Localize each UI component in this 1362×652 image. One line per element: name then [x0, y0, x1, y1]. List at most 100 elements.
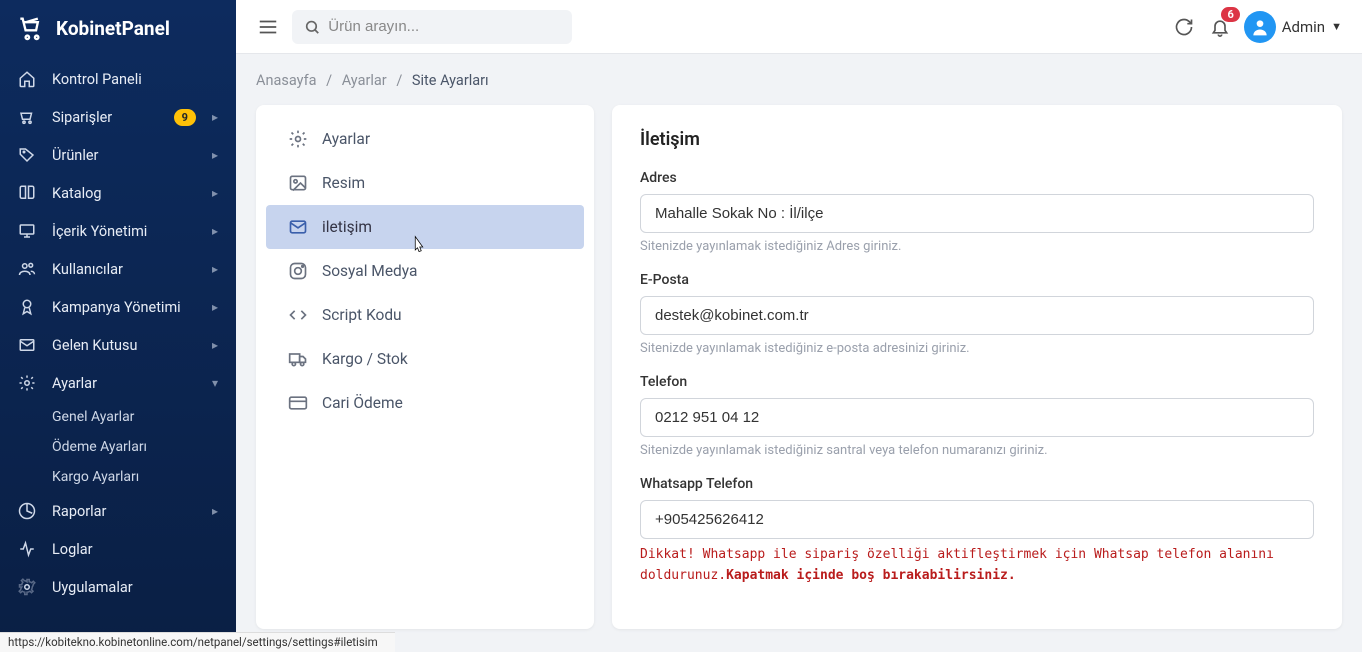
activity-icon — [18, 540, 36, 558]
truck-icon — [288, 349, 308, 369]
chevron-right-icon: ▸ — [212, 300, 218, 314]
image-icon — [288, 173, 308, 193]
tab-ayarlar[interactable]: Ayarlar — [266, 117, 584, 161]
nav-label: Ürünler — [52, 147, 196, 164]
crumb-home[interactable]: Anasayfa — [256, 72, 317, 89]
nav-kullanicilar[interactable]: Kullanıcılar ▸ — [0, 250, 236, 288]
breadcrumb: Anasayfa / Ayarlar / Site Ayarları — [236, 54, 1362, 105]
tab-label: Ayarlar — [322, 130, 370, 148]
user-name: Admin — [1282, 18, 1325, 36]
hamburger-icon — [257, 16, 279, 38]
tab-label: Script Kodu — [322, 306, 402, 324]
input-telefon[interactable] — [640, 398, 1314, 437]
mail-icon — [288, 217, 308, 237]
chevron-right-icon: ▸ — [212, 110, 218, 124]
settings-submenu: Ayarlar Resim iletişim Sosyal Medya Scri… — [256, 105, 594, 629]
nav-label: İçerik Yönetimi — [52, 223, 196, 240]
nav-label: Katalog — [52, 185, 196, 202]
nav-label: Gelen Kutusu — [52, 337, 196, 354]
tab-sosyal-medya[interactable]: Sosyal Medya — [266, 249, 584, 293]
field-telefon: Telefon Sitenizde yayınlamak istediğiniz… — [640, 374, 1314, 458]
orders-badge: 9 — [174, 109, 196, 126]
nav-label: Kontrol Paneli — [52, 71, 218, 88]
contact-form: İletişim Adres Sitenizde yayınlamak iste… — [612, 105, 1342, 629]
credit-card-icon — [288, 393, 308, 413]
cart-logo-icon — [18, 14, 46, 42]
label-eposta: E-Posta — [640, 272, 1314, 288]
chevron-right-icon: ▸ — [212, 338, 218, 352]
search-icon — [304, 18, 320, 36]
refresh-button[interactable] — [1172, 15, 1196, 39]
crumb-sep: / — [326, 72, 332, 89]
nav-urunler[interactable]: Ürünler ▸ — [0, 136, 236, 174]
input-adres[interactable] — [640, 194, 1314, 233]
code-icon — [288, 305, 308, 325]
help-adres: Sitenizde yayınlamak istediğiniz Adres g… — [640, 239, 1314, 254]
crumb-settings[interactable]: Ayarlar — [342, 72, 387, 89]
gear-icon — [288, 129, 308, 149]
nav-siparisler[interactable]: Siparişler 9 ▸ — [0, 98, 236, 136]
tab-kargo-stok[interactable]: Kargo / Stok — [266, 337, 584, 381]
nav-sub-kargo-ayarlari[interactable]: Kargo Ayarları — [52, 462, 236, 492]
notifications-badge: 6 — [1221, 7, 1239, 22]
search-input[interactable] — [328, 18, 560, 35]
nav-sub-odeme-ayarlari[interactable]: Ödeme Ayarları — [52, 432, 236, 462]
tab-resim[interactable]: Resim — [266, 161, 584, 205]
notifications-button[interactable]: 6 — [1208, 15, 1232, 39]
help-telefon: Sitenizde yayınlamak istediğiniz santral… — [640, 443, 1314, 458]
crumb-current: Site Ayarları — [412, 72, 489, 89]
nav-uygulamalar[interactable]: Uygulamalar — [0, 568, 236, 606]
tab-iletisim[interactable]: iletişim — [266, 205, 584, 249]
main: Anasayfa / Ayarlar / Site Ayarları Ayarl… — [236, 54, 1362, 652]
nav-sub-genel-ayarlar[interactable]: Genel Ayarlar — [52, 402, 236, 432]
search-box[interactable] — [292, 10, 572, 44]
nav-gelen-kutusu[interactable]: Gelen Kutusu ▸ — [0, 326, 236, 364]
chevron-right-icon: ▸ — [212, 504, 218, 518]
chevron-down-icon: ▾ — [212, 376, 218, 390]
nav-kontrol-paneli[interactable]: Kontrol Paneli — [0, 60, 236, 98]
nav-raporlar[interactable]: Raporlar ▸ — [0, 492, 236, 530]
label-telefon: Telefon — [640, 374, 1314, 390]
chevron-right-icon: ▸ — [212, 262, 218, 276]
nav-label: Raporlar — [52, 503, 196, 520]
nav-kampanya-yonetimi[interactable]: Kampanya Yönetimi ▸ — [0, 288, 236, 326]
form-title: İletişim — [640, 129, 1314, 150]
monitor-icon — [18, 222, 36, 240]
avatar — [1244, 11, 1276, 43]
nav-ayarlar[interactable]: Ayarlar ▾ — [0, 364, 236, 402]
chart-icon — [18, 502, 36, 520]
chevron-right-icon: ▸ — [212, 186, 218, 200]
gear-icon — [18, 374, 36, 392]
input-eposta[interactable] — [640, 296, 1314, 335]
tab-script-kodu[interactable]: Script Kodu — [266, 293, 584, 337]
field-whatsapp: Whatsapp Telefon Dikkat! Whatsapp ile si… — [640, 476, 1314, 587]
chevron-right-icon: ▸ — [212, 148, 218, 162]
nav-icerik-yonetimi[interactable]: İçerik Yönetimi ▸ — [0, 212, 236, 250]
chevron-down-icon: ▼ — [1331, 20, 1342, 33]
home-icon — [18, 70, 36, 88]
tab-label: iletişim — [322, 218, 372, 236]
menu-toggle-button[interactable] — [256, 15, 280, 39]
refresh-icon — [1174, 17, 1194, 37]
mail-icon — [18, 336, 36, 354]
tab-label: Sosyal Medya — [322, 262, 417, 280]
brand[interactable]: KobinetPanel — [0, 0, 236, 56]
user-menu[interactable]: Admin ▼ — [1244, 11, 1342, 43]
input-whatsapp[interactable] — [640, 500, 1314, 539]
topbar: 6 Admin ▼ — [236, 0, 1362, 54]
brand-label: KobinetPanel — [56, 17, 170, 40]
label-adres: Adres — [640, 170, 1314, 186]
status-url: https://kobitekno.kobinetonline.com/netp… — [0, 632, 395, 652]
tab-cari-odeme[interactable]: Cari Ödeme — [266, 381, 584, 425]
nav-loglar[interactable]: Loglar — [0, 530, 236, 568]
nav-label: Ayarlar — [52, 375, 196, 392]
user-icon — [1250, 17, 1270, 37]
nav-katalog[interactable]: Katalog ▸ — [0, 174, 236, 212]
nav-label: Kullanıcılar — [52, 261, 196, 278]
tab-label: Cari Ödeme — [322, 394, 403, 412]
nav-ayarlar-sub: Genel Ayarlar Ödeme Ayarları Kargo Ayarl… — [0, 402, 236, 492]
field-eposta: E-Posta Sitenizde yayınlamak istediğiniz… — [640, 272, 1314, 356]
instagram-icon — [288, 261, 308, 281]
crumb-sep: / — [396, 72, 402, 89]
sidebar: KobinetPanel Kontrol Paneli Siparişler 9… — [0, 0, 236, 652]
